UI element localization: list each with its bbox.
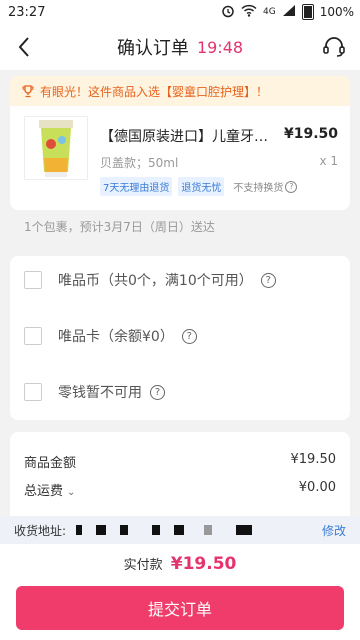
product-quantity: x 1 — [319, 154, 338, 168]
banner-text: 有眼光！这件商品入选【婴童口腔护理】！ — [40, 84, 269, 99]
vip-coin-label: 唯品币（共0个，满10个可用） — [58, 273, 253, 289]
payment-option-vip-card[interactable]: 唯品卡（余额¥0） ? — [24, 324, 197, 348]
status-time: 23:27 — [8, 4, 46, 20]
recommendation-banner: 有眼光！这件商品入选【婴童口腔护理】！ — [10, 76, 350, 106]
status-icons: 4G 100% — [221, 4, 354, 21]
total-value: ¥19.50 — [170, 554, 237, 574]
customer-service-button[interactable] — [320, 33, 348, 61]
help-icon[interactable]: ? — [181, 328, 197, 344]
back-icon — [18, 37, 29, 57]
page-header: 确认订单 19:48 — [0, 24, 360, 70]
help-icon[interactable]: ? — [150, 384, 165, 400]
product-image[interactable] — [24, 116, 88, 180]
goods-amount-label: 商品金额 — [24, 456, 77, 471]
tag-return-worry-free: 退货无忧 — [178, 177, 225, 196]
battery-icon — [301, 4, 314, 20]
back-button[interactable] — [10, 33, 38, 61]
shipping-label: 总运费 — [24, 484, 64, 499]
tag-return-7-days: 7天无理由退货 — [100, 177, 173, 196]
signal-icon — [282, 4, 296, 20]
shipping-value: ¥0.00 — [298, 480, 336, 495]
address-redacted — [76, 525, 322, 535]
wifi-icon — [241, 4, 257, 20]
tag-no-exchange-label: 不支持换货 — [233, 183, 284, 194]
total-payable: 实付款 ¥19.50 — [0, 554, 360, 574]
battery-percent: 100% — [319, 5, 354, 19]
question-icon: ? — [285, 180, 298, 193]
checkout-footer: 实付款 ¥19.50 提交订单 — [0, 544, 360, 640]
product-card[interactable]: 【德国原装进口】儿童牙膏… ¥19.50 贝盖款；50ml x 1 7天无理由退… — [10, 106, 350, 210]
page-title: 确认订单 — [116, 38, 189, 59]
status-bar: 23:27 4G 100% — [0, 0, 360, 24]
balance-label: 零钱暂不可用 — [58, 385, 142, 401]
product-price: ¥19.50 — [283, 126, 338, 142]
order-summary: 商品金额 ¥19.50 总运费 ⌄ ¥0.00 — [10, 432, 350, 516]
vip-card-label: 唯品卡（余额¥0） — [58, 329, 174, 345]
goods-amount-value: ¥19.50 — [290, 452, 337, 467]
payment-option-vip-coin[interactable]: 唯品币（共0个，满10个可用） ? — [24, 268, 276, 292]
edit-address-link[interactable]: 修改 — [322, 522, 346, 539]
address-label: 收货地址: — [14, 523, 67, 538]
goods-amount-row: 商品金额 ¥19.50 — [24, 452, 336, 471]
trophy-icon — [22, 84, 34, 98]
vip-card-checkbox[interactable] — [24, 327, 42, 345]
vip-coin-checkbox[interactable] — [24, 271, 42, 289]
address-bar: 收货地址: 修改 — [0, 516, 360, 544]
alarm-icon — [221, 4, 235, 21]
network-label: 4G — [262, 7, 276, 17]
total-label: 实付款 — [123, 558, 163, 573]
product-title[interactable]: 【德国原装进口】儿童牙膏… — [100, 126, 276, 146]
chevron-down-icon: ⌄ — [67, 487, 76, 498]
payment-options-card: 唯品币（共0个，满10个可用） ? 唯品卡（余额¥0） ? 零钱暂不可用 ? — [10, 256, 350, 420]
balance-checkbox[interactable] — [24, 383, 42, 401]
countdown-timer: 19:48 — [196, 37, 244, 57]
help-icon[interactable]: ? — [260, 272, 276, 288]
customer-service-icon — [323, 37, 345, 57]
order-content: 有眼光！这件商品入选【婴童口腔护理】！ 【德国原装进口】儿童牙膏… ¥19.50… — [0, 70, 360, 516]
submit-order-button[interactable]: 提交订单 — [16, 586, 344, 630]
delivery-estimate: 1个包裹，预计3月7日（周日）送达 — [24, 220, 215, 234]
product-tags: 7天无理由退货 退货无忧 不支持换货 ? — [100, 177, 300, 196]
shipping-row[interactable]: 总运费 ⌄ ¥0.00 — [24, 480, 336, 499]
payment-option-balance[interactable]: 零钱暂不可用 ? — [24, 380, 165, 404]
product-spec: 贝盖款；50ml — [100, 156, 179, 170]
tag-no-exchange[interactable]: 不支持换货 ? — [230, 177, 300, 196]
